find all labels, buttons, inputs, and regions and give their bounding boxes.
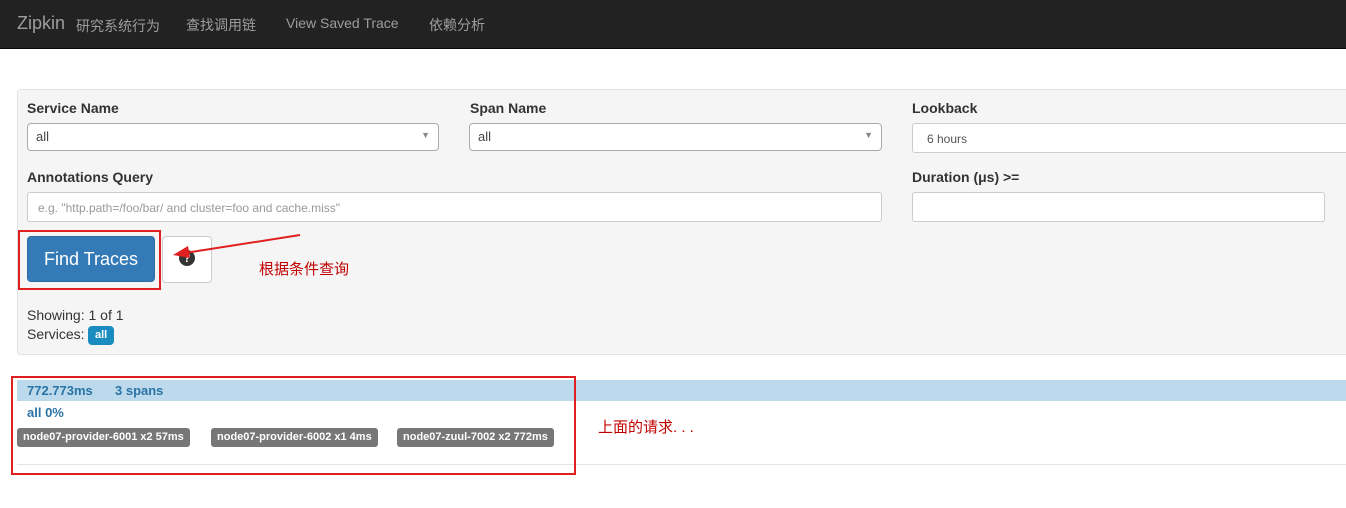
span-name-select[interactable]: all ▼ xyxy=(469,123,882,151)
service-badge: node07-provider-6001 x2 57ms xyxy=(17,428,190,447)
annotations-query-placeholder: e.g. "http.path=/foo/bar/ and cluster=fo… xyxy=(38,201,341,215)
trace-span-count: 3 spans xyxy=(115,383,164,398)
service-badge: node07-zuul-7002 x2 772ms xyxy=(397,428,554,447)
top-navbar: Zipkin 研究系统行为 查找调用链 View Saved Trace 依赖分… xyxy=(0,0,1346,49)
dropdown-arrow-icon: ▼ xyxy=(864,130,873,140)
service-name-label: Service Name xyxy=(27,100,119,116)
brand-logo[interactable]: Zipkin xyxy=(17,13,65,34)
service-badge: node07-provider-6002 x1 4ms xyxy=(211,428,378,447)
annotation-query-note: 根据条件查询 xyxy=(259,261,350,278)
showing-count: Showing: 1 of 1 xyxy=(27,307,124,323)
service-name-value: all xyxy=(36,129,50,144)
trace-service-percentage: all 0% xyxy=(27,405,64,420)
annotations-query-input[interactable]: e.g. "http.path=/foo/bar/ and cluster=fo… xyxy=(27,192,882,222)
services-filter-badge[interactable]: all xyxy=(88,326,115,345)
trace-duration: 772.773ms xyxy=(27,383,93,398)
nav-find-traces[interactable]: 查找调用链 xyxy=(186,15,256,35)
lookback-select[interactable]: 6 hours xyxy=(912,123,1346,153)
find-traces-button[interactable]: Find Traces xyxy=(27,236,155,282)
annotation-result-note: 上面的请求. . . xyxy=(598,419,694,436)
help-button[interactable]: ? xyxy=(162,236,212,283)
services-label: Services: xyxy=(27,326,85,342)
brand-subtitle: 研究系统行为 xyxy=(76,18,160,34)
question-icon: ? xyxy=(179,250,195,266)
trace-header: 772.773ms 3 spans xyxy=(17,380,1346,401)
nav-dependencies[interactable]: 依赖分析 xyxy=(429,15,485,35)
lookback-label: Lookback xyxy=(912,100,978,116)
nav-view-saved-trace[interactable]: View Saved Trace xyxy=(286,15,399,31)
annotations-query-label: Annotations Query xyxy=(27,169,154,185)
dropdown-arrow-icon: ▼ xyxy=(421,130,430,140)
lookback-value: 6 hours xyxy=(927,132,968,146)
span-name-label: Span Name xyxy=(470,100,547,116)
duration-input[interactable] xyxy=(912,192,1325,222)
service-name-select[interactable]: all ▼ xyxy=(27,123,439,151)
duration-label: Duration (μs) >= xyxy=(912,169,1020,185)
span-name-value: all xyxy=(478,129,492,144)
